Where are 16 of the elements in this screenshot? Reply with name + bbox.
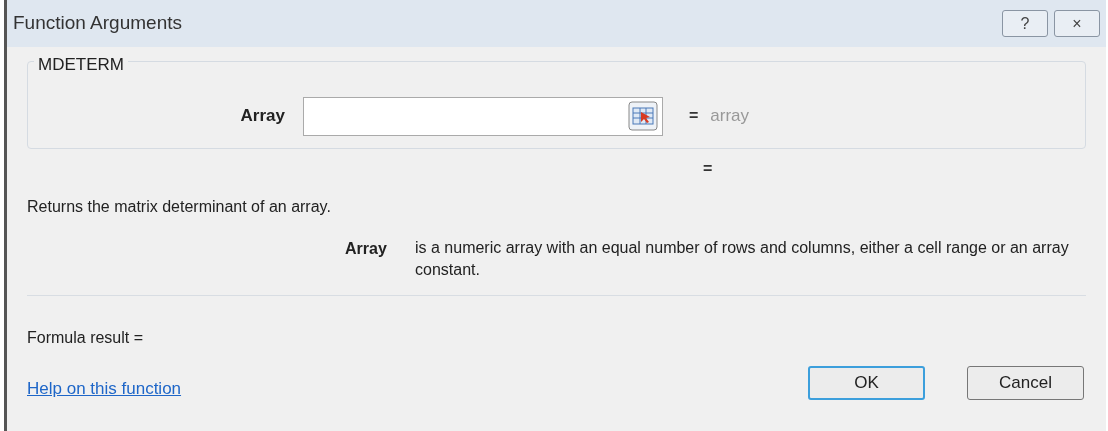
argument-result: array	[710, 105, 750, 128]
input-field[interactable]	[303, 96, 663, 136]
help-link[interactable]: Help on this function	[27, 376, 182, 402]
function-description: Returns the matrix determinant of an array.	[27, 197, 332, 217]
argument-label: Array	[345, 239, 388, 259]
window-title: Function Arguments	[13, 11, 182, 36]
equals-sign: =	[689, 106, 699, 126]
ok-button[interactable]: OK	[808, 365, 925, 400]
equals-sign: =	[703, 159, 713, 179]
argument-description: is a numeric array with an equal number of rows and columns, either a cell range or an array constant.	[415, 238, 1070, 280]
help-button[interactable]: ?	[1002, 10, 1048, 37]
cancel-button[interactable]: Cancel	[967, 365, 1084, 400]
range-select-icon[interactable]	[628, 101, 658, 131]
close-button[interactable]: ×	[1054, 10, 1100, 37]
formula-result: Formula result =	[27, 328, 145, 348]
argument-label: Array	[239, 105, 286, 128]
